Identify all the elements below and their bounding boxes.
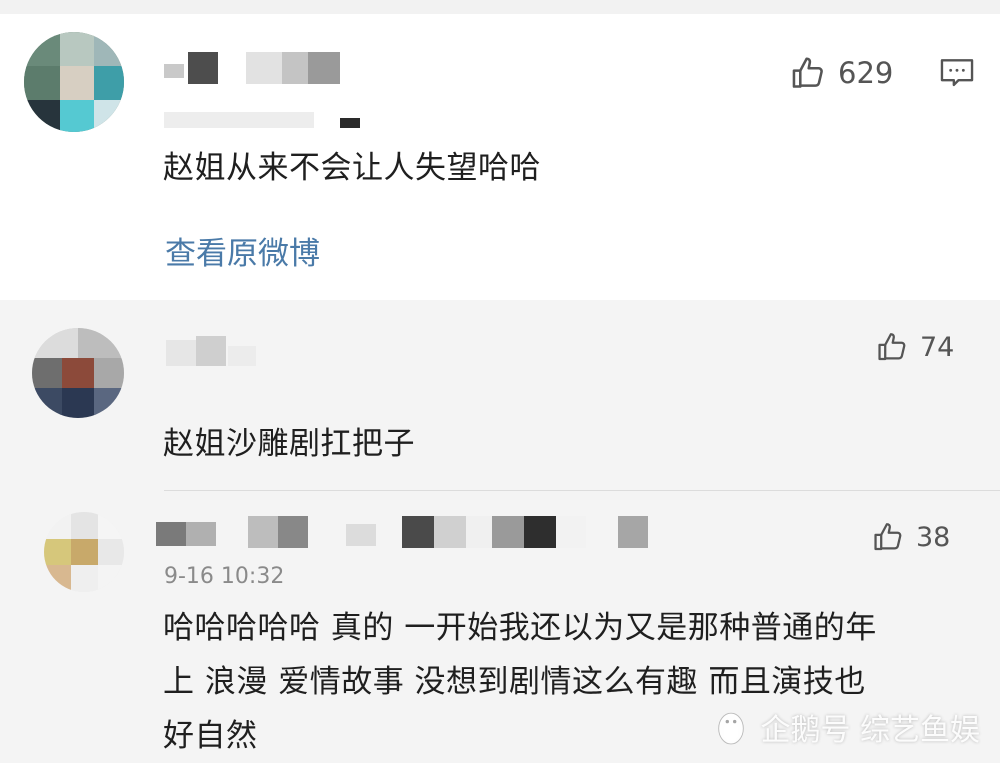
like-button[interactable]: 38 [872,520,950,554]
main-comment: 629 赵姐从来不会让人失望哈哈 查看原微博 [0,14,1000,300]
replies-list: 74 赵姐沙雕剧扛把子 38 9-16 10:32 哈哈哈哈哈 真的 一开始我还… [0,300,1000,763]
avatar[interactable] [44,512,124,592]
watermark: 企鹅号 综艺鱼娱 [712,705,980,749]
thumbs-up-icon [792,57,823,88]
penguin-logo-icon [718,712,745,745]
avatar[interactable] [32,328,124,418]
username-redacted[interactable] [166,336,266,366]
timestamp: 9-16 10:32 [164,564,285,589]
comment-button[interactable] [938,54,976,96]
like-count: 629 [838,56,894,90]
like-count: 74 [920,331,955,363]
divider [164,490,1000,491]
reply-text-line: 哈哈哈哈哈 真的 一开始我还以为又是那种普通的年 [163,610,877,646]
watermark-text: 企鹅号 综艺鱼娱 [760,713,980,748]
thumbs-up-icon [878,333,906,361]
username-redacted[interactable] [164,52,384,86]
reply-text-line: 上 浪漫 爱情故事 没想到剧情这么有趣 而且演技也 [163,664,866,700]
thumbs-up-icon [874,523,902,551]
avatar[interactable] [24,32,124,132]
comment-text: 赵姐从来不会让人失望哈哈 [163,150,541,186]
like-button[interactable]: 629 [790,54,893,92]
reply-text: 赵姐沙雕剧扛把子 [163,426,415,462]
like-count: 38 [916,521,951,553]
top-edge [0,0,1000,14]
comment-icon [940,59,974,87]
username-redacted[interactable] [156,516,656,550]
view-original-link[interactable]: 查看原微博 [165,228,320,273]
redaction-mark [340,118,360,128]
like-button[interactable]: 74 [876,330,954,364]
timestamp-redacted [164,106,314,130]
reply-text-line: 好自然 [163,718,258,754]
